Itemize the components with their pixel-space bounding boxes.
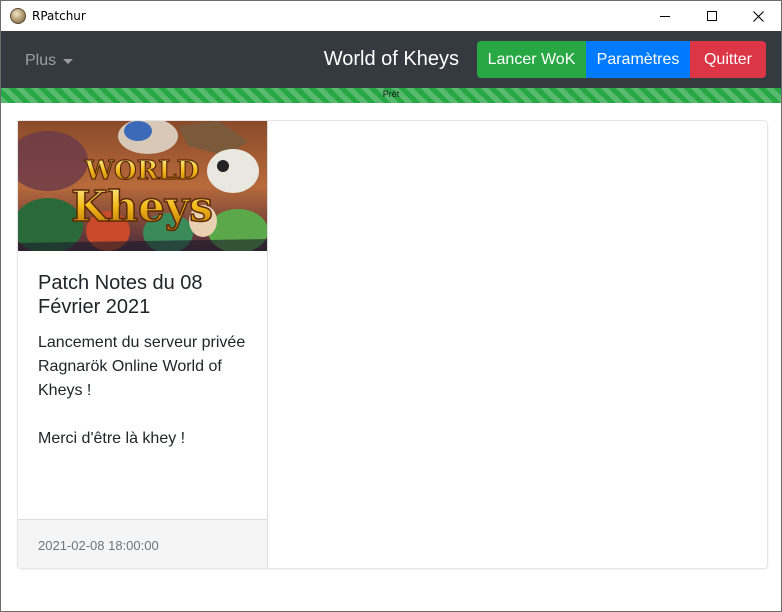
navbar-brand: World of Kheys — [323, 48, 459, 70]
plus-dropdown[interactable]: Plus — [25, 52, 74, 70]
minimize-icon — [660, 15, 670, 17]
news-date: 2021-02-08 18:00:00 — [38, 538, 159, 553]
close-icon — [752, 10, 764, 22]
quit-button[interactable]: Quitter — [690, 41, 766, 78]
news-card-body: Patch Notes du 08 Février 2021 Lancement… — [38, 271, 253, 451]
news-container: WORLD Kheys Patch Notes du 08 Février 20… — [17, 120, 768, 569]
maximize-button[interactable] — [689, 1, 735, 31]
close-button[interactable] — [735, 1, 781, 31]
minimize-button[interactable] — [642, 1, 688, 31]
news-paragraph: Merci d'être là khey ! — [38, 430, 186, 447]
news-paragraph: Lancement du serveur privée Ragnarök Onl… — [38, 334, 246, 399]
logo-kheys-text: Kheys — [71, 182, 213, 231]
navbar: Plus World of Kheys Lancer WoK Paramètre… — [1, 31, 781, 88]
download-progress-bar: Prêt — [1, 88, 781, 103]
app-icon — [10, 8, 26, 24]
maximize-icon — [707, 11, 717, 21]
launch-game-button[interactable]: Lancer WoK — [477, 41, 586, 78]
news-card: WORLD Kheys Patch Notes du 08 Février 20… — [18, 121, 268, 568]
plus-dropdown-label: Plus — [25, 52, 57, 69]
window-title: RPatchur — [32, 9, 86, 23]
title-bar[interactable]: RPatchur — [1, 1, 781, 31]
settings-button[interactable]: Paramètres — [586, 41, 690, 78]
caret-down-icon — [63, 58, 74, 64]
news-card-footer: 2021-02-08 18:00:00 — [18, 519, 267, 568]
news-card-image: WORLD Kheys — [18, 121, 267, 251]
progress-status-label: Prêt — [382, 89, 400, 99]
news-title: Patch Notes du 08 Février 2021 — [38, 272, 203, 318]
world-of-kheys-logo-image: WORLD Kheys — [18, 121, 267, 251]
app-window: RPatchur Plus World of Kheys Lancer WoK … — [0, 0, 782, 612]
